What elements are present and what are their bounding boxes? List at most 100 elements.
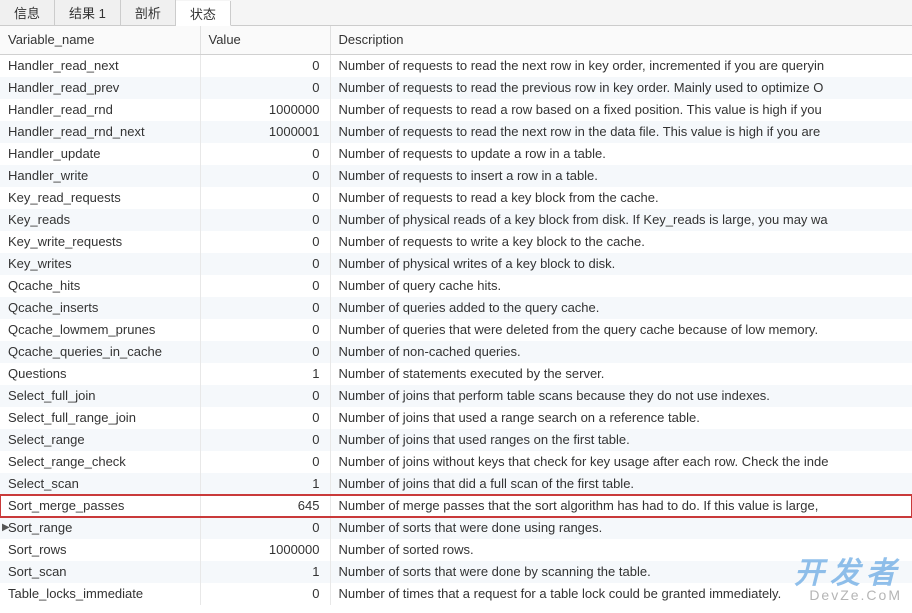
cell-description: Number of sorts that were done by scanni…: [330, 561, 912, 583]
cell-variable-name: Select_full_join: [0, 385, 200, 407]
cell-value: 1: [200, 561, 330, 583]
cell-variable-name: Select_range: [0, 429, 200, 451]
table-row[interactable]: Select_scan1Number of joins that did a f…: [0, 473, 912, 495]
cell-value: 0: [200, 429, 330, 451]
cell-value: 0: [200, 77, 330, 99]
status-table-container: Variable_name Value Description Handler_…: [0, 26, 912, 605]
cell-variable-name: Questions: [0, 363, 200, 385]
cell-description: Number of joins that perform table scans…: [330, 385, 912, 407]
cell-value: 1000000: [200, 99, 330, 121]
table-row[interactable]: ▶Sort_range0Number of sorts that were do…: [0, 517, 912, 539]
table-row[interactable]: Qcache_inserts0Number of queries added t…: [0, 297, 912, 319]
table-body: Handler_read_next0Number of requests to …: [0, 54, 912, 605]
cell-variable-name: Handler_update: [0, 143, 200, 165]
cell-description: Number of joins that did a full scan of …: [330, 473, 912, 495]
cell-description: Number of requests to update a row in a …: [330, 143, 912, 165]
cell-description: Number of sorted rows.: [330, 539, 912, 561]
cell-description: Number of query cache hits.: [330, 275, 912, 297]
cell-description: Number of requests to read the next row …: [330, 121, 912, 143]
cell-variable-name: Select_scan: [0, 473, 200, 495]
table-row[interactable]: Select_full_range_join0Number of joins t…: [0, 407, 912, 429]
header-variable-name[interactable]: Variable_name: [0, 26, 200, 54]
table-row[interactable]: Qcache_queries_in_cache0Number of non-ca…: [0, 341, 912, 363]
table-row[interactable]: Key_reads0Number of physical reads of a …: [0, 209, 912, 231]
header-description[interactable]: Description: [330, 26, 912, 54]
table-row[interactable]: Handler_read_next0Number of requests to …: [0, 54, 912, 77]
table-row[interactable]: Qcache_hits0Number of query cache hits.: [0, 275, 912, 297]
cell-description: Number of physical reads of a key block …: [330, 209, 912, 231]
table-row[interactable]: Key_writes0Number of physical writes of …: [0, 253, 912, 275]
cell-description: Number of requests to write a key block …: [330, 231, 912, 253]
cell-description: Number of sorts that were done using ran…: [330, 517, 912, 539]
cell-value: 0: [200, 583, 330, 605]
cell-value: 0: [200, 275, 330, 297]
table-header-row: Variable_name Value Description: [0, 26, 912, 54]
cell-variable-name: Handler_read_next: [0, 54, 200, 77]
cell-value: 0: [200, 143, 330, 165]
cell-variable-name: Qcache_inserts: [0, 297, 200, 319]
table-row[interactable]: Handler_read_rnd_next1000001Number of re…: [0, 121, 912, 143]
cell-value: 645: [200, 495, 330, 517]
table-row[interactable]: Sort_merge_passes645Number of merge pass…: [0, 495, 912, 517]
cell-variable-name: Handler_read_rnd_next: [0, 121, 200, 143]
table-row[interactable]: Select_range_check0Number of joins witho…: [0, 451, 912, 473]
cell-variable-name: Key_write_requests: [0, 231, 200, 253]
cell-variable-name: Select_full_range_join: [0, 407, 200, 429]
table-row[interactable]: Sort_scan1Number of sorts that were done…: [0, 561, 912, 583]
tab-bar: 信息 结果 1 剖析 状态: [0, 0, 912, 26]
cell-description: Number of merge passes that the sort alg…: [330, 495, 912, 517]
cell-variable-name: Handler_read_rnd: [0, 99, 200, 121]
cell-value: 0: [200, 407, 330, 429]
cell-variable-name: Select_range_check: [0, 451, 200, 473]
cell-variable-name: Key_writes: [0, 253, 200, 275]
cell-description: Number of non-cached queries.: [330, 341, 912, 363]
table-row[interactable]: Handler_read_rnd1000000Number of request…: [0, 99, 912, 121]
table-row[interactable]: Handler_read_prev0Number of requests to …: [0, 77, 912, 99]
table-row[interactable]: Handler_write0Number of requests to inse…: [0, 165, 912, 187]
tab-profile[interactable]: 剖析: [121, 0, 176, 25]
header-value[interactable]: Value: [200, 26, 330, 54]
table-row[interactable]: Qcache_lowmem_prunes0Number of queries t…: [0, 319, 912, 341]
cell-value: 0: [200, 297, 330, 319]
row-indicator-icon: ▶: [2, 520, 10, 536]
cell-value: 0: [200, 451, 330, 473]
cell-value: 0: [200, 209, 330, 231]
table-row[interactable]: Sort_rows1000000Number of sorted rows.: [0, 539, 912, 561]
table-row[interactable]: Key_write_requests0Number of requests to…: [0, 231, 912, 253]
cell-value: 0: [200, 385, 330, 407]
table-row[interactable]: Table_locks_immediate0Number of times th…: [0, 583, 912, 605]
cell-variable-name: Key_read_requests: [0, 187, 200, 209]
cell-description: Number of queries that were deleted from…: [330, 319, 912, 341]
table-row[interactable]: Handler_update0Number of requests to upd…: [0, 143, 912, 165]
tab-info[interactable]: 信息: [0, 0, 55, 25]
cell-value: 0: [200, 231, 330, 253]
cell-value: 0: [200, 165, 330, 187]
cell-value: 0: [200, 319, 330, 341]
table-row[interactable]: Questions1Number of statements executed …: [0, 363, 912, 385]
cell-value: 1: [200, 473, 330, 495]
cell-value: 0: [200, 517, 330, 539]
cell-description: Number of joins without keys that check …: [330, 451, 912, 473]
cell-variable-name: Handler_read_prev: [0, 77, 200, 99]
cell-description: Number of joins that used a range search…: [330, 407, 912, 429]
table-row[interactable]: Key_read_requests0Number of requests to …: [0, 187, 912, 209]
status-table: Variable_name Value Description Handler_…: [0, 26, 912, 605]
cell-description: Number of joins that used ranges on the …: [330, 429, 912, 451]
cell-description: Number of statements executed by the ser…: [330, 363, 912, 385]
cell-value: 0: [200, 187, 330, 209]
cell-value: 0: [200, 341, 330, 363]
cell-value: 1: [200, 363, 330, 385]
cell-description: Number of requests to read the previous …: [330, 77, 912, 99]
cell-variable-name: Key_reads: [0, 209, 200, 231]
cell-variable-name: Table_locks_immediate: [0, 583, 200, 605]
table-row[interactable]: Select_full_join0Number of joins that pe…: [0, 385, 912, 407]
cell-variable-name: Sort_merge_passes: [0, 495, 200, 517]
table-row[interactable]: Select_range0Number of joins that used r…: [0, 429, 912, 451]
cell-variable-name: Sort_scan: [0, 561, 200, 583]
tab-status[interactable]: 状态: [176, 1, 231, 26]
cell-value: 1000001: [200, 121, 330, 143]
tab-result-1[interactable]: 结果 1: [55, 0, 121, 25]
cell-description: Number of times that a request for a tab…: [330, 583, 912, 605]
cell-value: 0: [200, 54, 330, 77]
cell-description: Number of requests to read a key block f…: [330, 187, 912, 209]
